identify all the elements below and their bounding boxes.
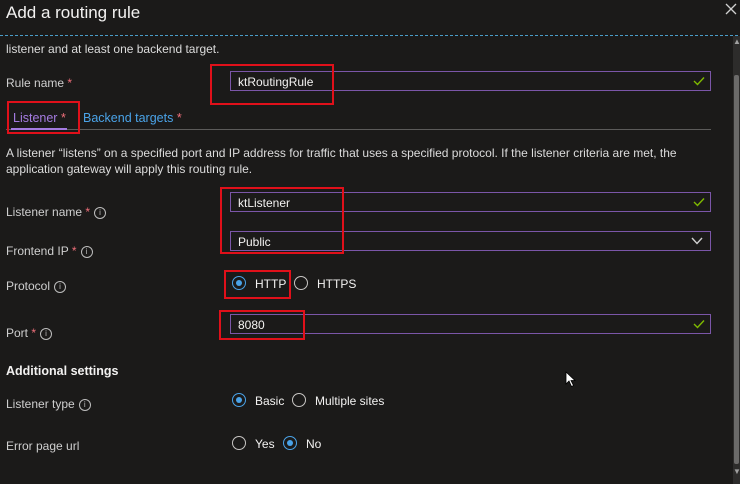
listener-name-label: Listener name * i: [6, 205, 107, 219]
scrollbar-thumb[interactable]: [734, 75, 739, 464]
tab-backend-targets[interactable]: Backend targets *: [83, 111, 182, 125]
info-icon[interactable]: i: [78, 398, 91, 411]
additional-settings-heading: Additional settings: [6, 364, 119, 378]
info-icon[interactable]: i: [54, 280, 67, 293]
error-page-url-yes-label[interactable]: Yes: [255, 437, 275, 451]
scroll-up-arrow-icon[interactable]: ▲: [733, 38, 740, 46]
frontend-ip-label: Frontend IP * i: [6, 244, 93, 258]
header-divider: [0, 35, 738, 36]
tab-divider: [6, 129, 711, 130]
port-label: Port * i: [6, 326, 53, 340]
highlight-box-rule-name: [210, 64, 334, 105]
highlight-box-port: [219, 310, 305, 340]
highlight-box-protocol: [224, 270, 291, 299]
info-icon[interactable]: i: [94, 206, 107, 219]
listener-description-line1: A listener “listens” on a specified port…: [6, 146, 677, 160]
error-page-url-yes-radio[interactable]: [232, 436, 246, 450]
checkmark-icon: [693, 198, 705, 207]
listener-type-label: Listener type i: [6, 397, 91, 411]
listener-type-basic-label[interactable]: Basic: [255, 394, 284, 408]
close-icon[interactable]: [724, 2, 738, 16]
checkmark-icon: [693, 320, 705, 329]
listener-type-multiple-sites-radio[interactable]: [292, 393, 306, 407]
mouse-cursor-icon: [565, 371, 577, 388]
protocol-https-label[interactable]: HTTPS: [317, 277, 356, 291]
listener-type-multiple-sites-label[interactable]: Multiple sites: [315, 394, 384, 408]
error-page-url-label: Error page url: [6, 439, 80, 453]
protocol-https-radio[interactable]: [294, 276, 308, 290]
info-icon[interactable]: i: [80, 245, 93, 258]
highlight-box-listener-tab: [7, 101, 80, 134]
listener-description-line2: application gateway will apply this rout…: [6, 162, 253, 176]
panel-title: Add a routing rule: [6, 3, 141, 22]
error-page-url-no-radio[interactable]: [283, 436, 297, 450]
protocol-label: Protocol i: [6, 279, 67, 293]
highlight-box-listener-fields: [220, 187, 344, 254]
scroll-down-arrow-icon[interactable]: ▼: [733, 468, 740, 476]
info-icon[interactable]: i: [40, 327, 53, 340]
error-page-url-no-label[interactable]: No: [306, 437, 321, 451]
chevron-down-icon: [691, 237, 703, 245]
listener-type-basic-radio[interactable]: [232, 393, 246, 407]
intro-text: listener and at least one backend target…: [6, 42, 220, 56]
checkmark-icon: [693, 77, 705, 86]
rule-name-label: Rule name *: [6, 76, 73, 90]
